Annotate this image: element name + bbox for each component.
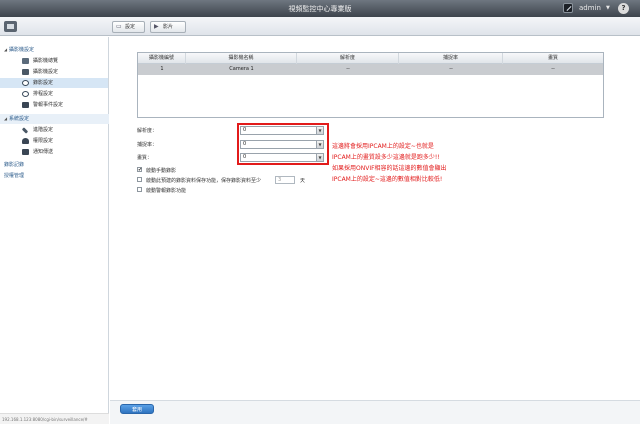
column-header[interactable]: 畫質 (503, 53, 603, 64)
sidebar-item-label: 排程設定 (33, 91, 54, 97)
sidebar-group-system[interactable]: ◢ 系統設定 (0, 114, 109, 124)
sidebar-item-label: 權限設定 (33, 138, 54, 144)
play-button[interactable]: ▶ 影片 (150, 21, 186, 33)
sidebar-item-camera-settings[interactable]: 攝影機設定 (0, 67, 108, 77)
network-icon (22, 149, 29, 155)
resolution-label: 解析度： (137, 128, 158, 134)
monitor-icon: ▭ (116, 23, 122, 30)
auto-delete-checkbox[interactable] (137, 177, 142, 182)
sidebar-group-label: 攝影機設定 (9, 47, 35, 53)
table-cell: 1 (160, 66, 164, 72)
annotation-text: IPCAM上的畫質設多少這邊就是跑多少!! (332, 154, 440, 161)
status-url: 192.168.1.123:8080/cgi-bin/surveillance/… (0, 413, 109, 424)
user-permission-icon (22, 138, 29, 144)
sidebar-item-alarm[interactable]: 警報事件設定 (0, 100, 108, 110)
sidebar-item-label: 進階設定 (33, 127, 54, 133)
sidebar-item-schedule[interactable]: 排程設定 (0, 89, 108, 99)
sidebar-item-notification[interactable]: 通知傳送 (0, 147, 108, 157)
collapse-arrow-icon: ◢ (4, 116, 8, 121)
help-icon[interactable]: ? (618, 3, 629, 14)
play-button-label: 影片 (163, 24, 174, 30)
table-cell: -- (551, 66, 555, 72)
table-row[interactable]: 1 Camera 1 -- -- -- (138, 64, 603, 75)
highlight-box (237, 123, 329, 165)
sidebar-item-label: 攝影機總覽 (33, 58, 59, 64)
alarm-icon (22, 102, 29, 108)
apply-button[interactable]: 套用 (120, 404, 154, 414)
record-settings-icon (22, 80, 29, 86)
sidebar-group-camera[interactable]: ◢ 攝影機設定 (0, 45, 109, 55)
days-unit-label: 天 (300, 178, 306, 184)
quality-label: 畫質： (137, 155, 153, 161)
schedule-icon (22, 91, 29, 97)
play-icon: ▶ (154, 23, 159, 30)
column-header[interactable]: 攝影機名稱 (186, 53, 297, 64)
table-header: 攝影機編號 攝影機名稱 解析度 捕捉率 畫質 (138, 53, 603, 64)
annotation-text: 這邊將會採用IPCAM上的設定~也就是 (332, 143, 434, 150)
manual-record-label: 啟動手動錄影 (146, 168, 177, 174)
edit-icon[interactable] (563, 3, 573, 13)
sidebar-link-recordings[interactable]: 錄影記錄 (0, 160, 109, 170)
sidebar-item-label: 錄影設定 (33, 80, 54, 86)
settings-button[interactable]: ▭ 設定 (112, 21, 145, 33)
camera-list-icon (22, 58, 29, 64)
wrench-icon (21, 127, 29, 134)
settings-button-label: 設定 (125, 24, 136, 30)
sidebar-item-advanced[interactable]: 進階設定 (0, 125, 108, 135)
alarm-record-checkbox[interactable] (137, 187, 142, 192)
sidebar-item-camera-list[interactable]: 攝影機總覽 (0, 56, 108, 66)
camera-table: 攝影機編號 攝影機名稱 解析度 捕捉率 畫質 1 Camera 1 -- -- … (137, 52, 604, 118)
sidebar-item-label: 攝影機設定 (33, 69, 59, 75)
toolbar: ▭ 設定 ▶ 影片 (0, 17, 640, 36)
window-title: 視頻監控中心專業版 (288, 5, 352, 13)
sidebar-item-record-settings[interactable]: 錄影設定 (0, 78, 108, 88)
sidebar-item-label: 警報事件設定 (33, 102, 64, 108)
retention-days-input[interactable]: 3 (275, 176, 295, 184)
framerate-label: 捕捉率： (137, 142, 158, 148)
manual-record-checkbox[interactable]: ✔ (137, 167, 142, 173)
camera-settings-icon (22, 69, 29, 75)
footer-bar (110, 400, 640, 424)
title-bar: 視頻監控中心專業版 admin ▼ ? (0, 0, 640, 17)
annotation-text: IPCAM上的設定~這邊的數值相對比較低! (332, 176, 443, 183)
sidebar-link-license[interactable]: 授權管理 (0, 171, 109, 181)
user-menu[interactable]: admin (579, 4, 601, 12)
chevron-down-icon[interactable]: ▼ (606, 5, 610, 11)
alarm-record-label: 啟動警報錄影功能 (146, 188, 187, 194)
table-cell: -- (346, 66, 350, 72)
sidebar-item-permissions[interactable]: 權限設定 (0, 136, 108, 146)
annotation-text: 如果採用ONVIF相容的話這邊的數值會顯出 (332, 165, 447, 172)
table-cell: Camera 1 (229, 66, 254, 72)
sidebar: ◢ 攝影機設定 攝影機總覽 攝影機設定 錄影設定 排程設定 警報事件設定 ◢ 系… (0, 37, 109, 424)
column-header[interactable]: 解析度 (297, 53, 399, 64)
column-header[interactable]: 捕捉率 (399, 53, 503, 64)
column-header[interactable]: 攝影機編號 (138, 53, 186, 64)
sidebar-group-label: 系統設定 (9, 116, 30, 122)
sidebar-item-label: 通知傳送 (33, 149, 54, 155)
collapse-arrow-icon: ◢ (4, 47, 8, 52)
auto-delete-label: 啟動此預建的錄影資料保存功能，保存錄影資料至少 (146, 178, 262, 184)
table-cell: -- (449, 66, 453, 72)
menu-icon[interactable] (4, 21, 17, 32)
